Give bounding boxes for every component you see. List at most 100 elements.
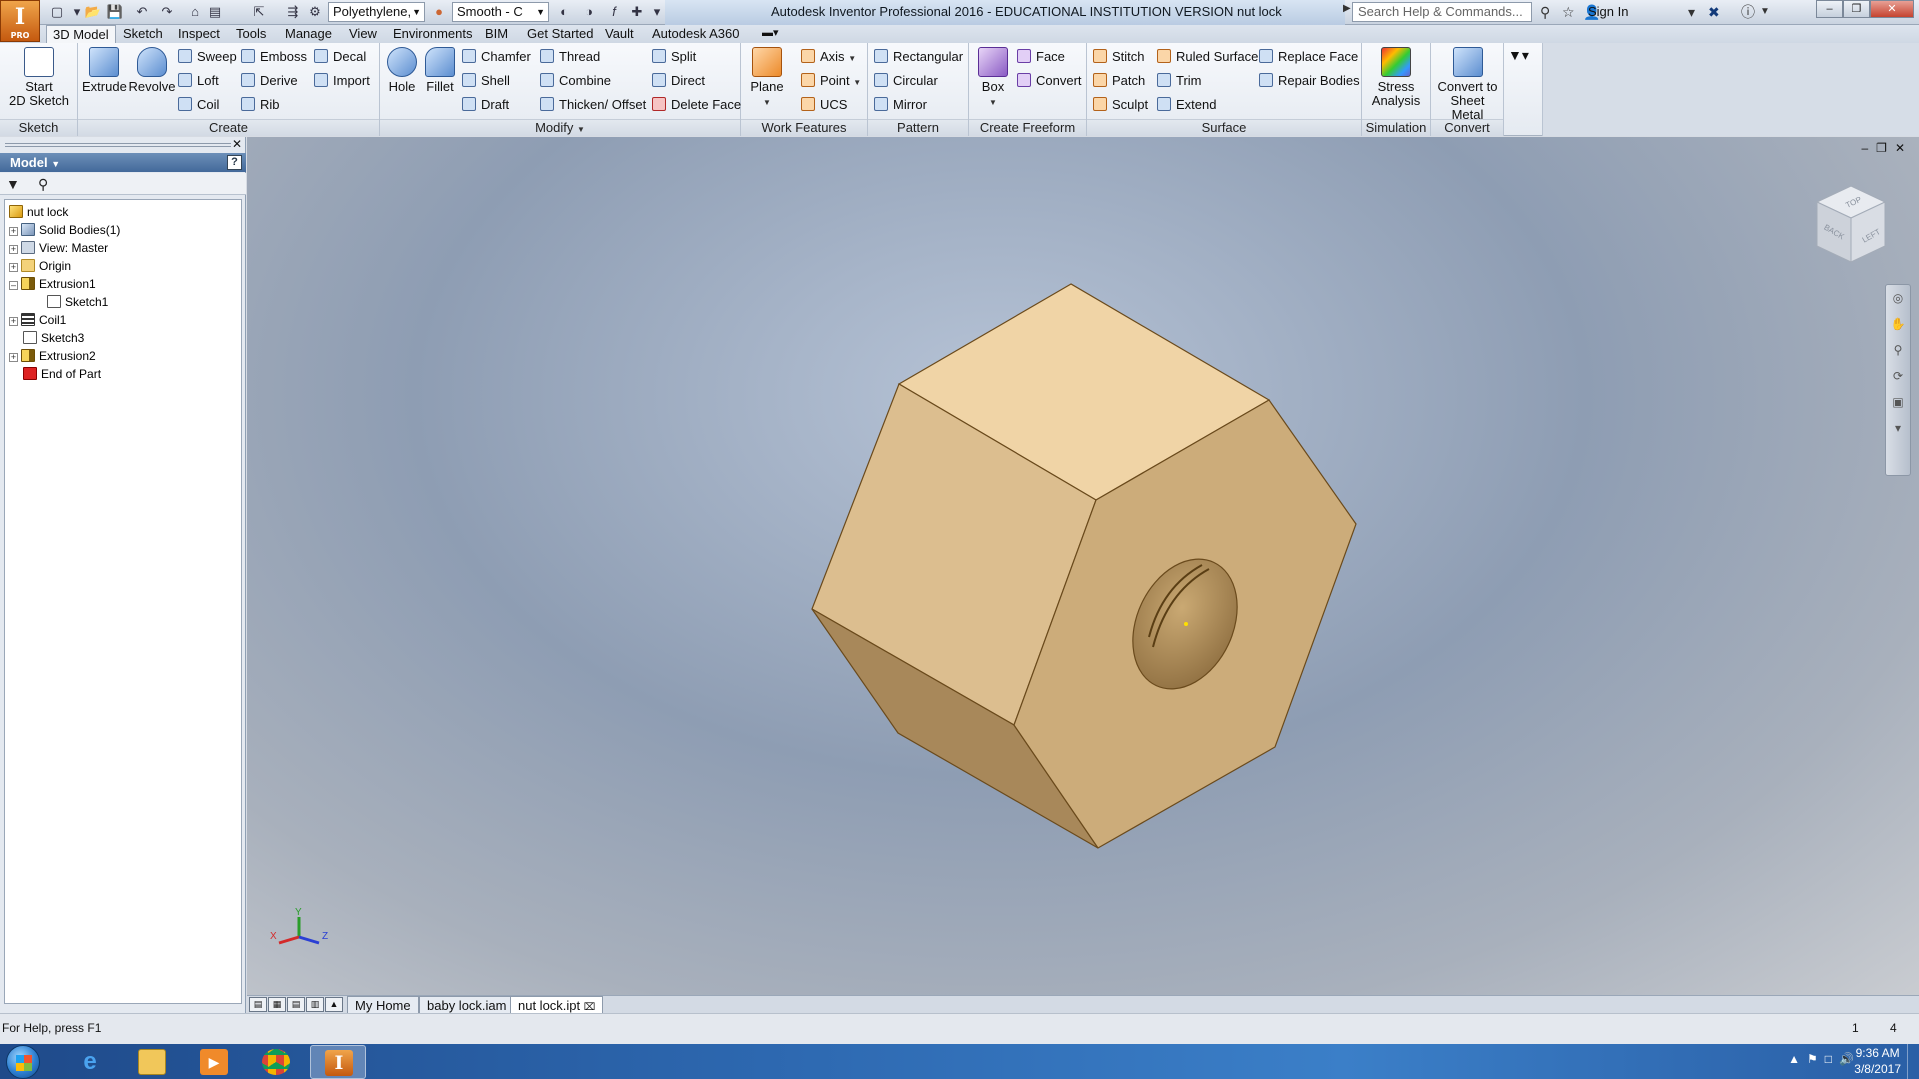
- import-button[interactable]: Import: [314, 71, 370, 90]
- tab-inspect[interactable]: Inspect: [172, 25, 226, 43]
- tab-autodesk-a360[interactable]: Autodesk A360: [646, 25, 745, 43]
- browser-titlebar[interactable]: ✕: [0, 137, 246, 152]
- chevron-right-icon[interactable]: ▶: [1343, 3, 1351, 14]
- tab-tools[interactable]: Tools: [230, 25, 272, 43]
- zoom-icon[interactable]: ⚲: [1886, 337, 1910, 363]
- shell-button[interactable]: Shell: [462, 71, 510, 90]
- tree-item-coil1[interactable]: + Coil1: [9, 311, 66, 329]
- expand-icon[interactable]: +: [9, 227, 18, 236]
- browser-grip[interactable]: [5, 143, 231, 147]
- help-icon[interactable]: ?: [227, 155, 242, 170]
- combine-button[interactable]: Combine: [540, 71, 611, 90]
- tree-item-sketch1[interactable]: Sketch1: [47, 293, 108, 311]
- replace-face-button[interactable]: Replace Face: [1259, 47, 1358, 66]
- browser-header[interactable]: Model ▼ ?: [0, 153, 246, 172]
- trim-button[interactable]: Trim: [1157, 71, 1202, 90]
- taskbar-internet-explorer[interactable]: e: [62, 1045, 118, 1079]
- ucs-button[interactable]: UCS: [801, 95, 847, 114]
- loft-button[interactable]: Loft: [178, 71, 219, 90]
- start-2d-sketch-button[interactable]: Start 2D Sketch: [6, 47, 72, 108]
- nut-lock-part[interactable]: [247, 137, 1919, 995]
- taskbar-inventor[interactable]: I: [310, 1045, 366, 1079]
- sculpt-button[interactable]: Sculpt: [1093, 95, 1148, 114]
- tree-item-end-of-part[interactable]: End of Part: [23, 365, 101, 383]
- emboss-button[interactable]: Emboss: [241, 47, 307, 66]
- convert-freeform-button[interactable]: Convert: [1017, 71, 1082, 90]
- flag-icon[interactable]: ⚑: [1807, 1052, 1825, 1066]
- chevron-down-icon[interactable]: ▼: [1760, 3, 1770, 21]
- tree-item-sketch3[interactable]: Sketch3: [23, 329, 84, 347]
- orbit-icon[interactable]: ⟳: [1886, 363, 1910, 389]
- plus-icon[interactable]: ✚: [628, 3, 646, 21]
- plane-button[interactable]: Plane ▼: [747, 47, 787, 110]
- system-clock[interactable]: 9:36 AM 3/8/2017: [1854, 1045, 1901, 1077]
- application-menu-button[interactable]: I PRO: [0, 0, 40, 42]
- doc-tab-baby-lock[interactable]: baby lock.iam: [419, 996, 515, 1014]
- rectangular-pattern-button[interactable]: Rectangular: [874, 47, 963, 66]
- vertical-layout-icon[interactable]: ▥: [306, 997, 324, 1012]
- minimize-button[interactable]: –: [1816, 0, 1843, 18]
- taskbar-file-explorer[interactable]: [124, 1045, 180, 1079]
- filter-icon[interactable]: ▼: [6, 175, 20, 193]
- mirror-button[interactable]: Mirror: [874, 95, 927, 114]
- show-desktop-button[interactable]: [1907, 1044, 1919, 1079]
- chevron-down-icon[interactable]: ▾: [1688, 3, 1695, 21]
- derive-button[interactable]: Derive: [241, 71, 298, 90]
- tab-vault[interactable]: Vault: [599, 25, 640, 43]
- viewcube[interactable]: TOP BACK LEFT: [1815, 184, 1887, 266]
- point-button[interactable]: Point ▼: [801, 71, 861, 90]
- tab-manage[interactable]: Manage: [279, 25, 338, 43]
- delete-face-button[interactable]: Delete Face: [652, 95, 741, 114]
- save-icon[interactable]: 💾: [106, 3, 124, 21]
- new-icon[interactable]: ▢: [48, 3, 66, 21]
- tile-layout-icon[interactable]: ▤: [249, 997, 267, 1012]
- horizontal-layout-icon[interactable]: ▤: [287, 997, 305, 1012]
- fillet-button[interactable]: Fillet: [422, 47, 458, 94]
- tree-item-extrusion1[interactable]: – Extrusion1: [9, 275, 96, 293]
- look-at-icon[interactable]: ▣: [1886, 389, 1910, 415]
- ruled-surface-button[interactable]: Ruled Surface: [1157, 47, 1258, 66]
- close-icon[interactable]: ⌧: [584, 1002, 596, 1013]
- open-icon[interactable]: 📂: [84, 3, 102, 21]
- coil-button[interactable]: Coil: [178, 95, 219, 114]
- draft-button[interactable]: Draft: [462, 95, 509, 114]
- close-icon[interactable]: ✕: [232, 137, 242, 151]
- home-icon[interactable]: ⌂: [186, 3, 204, 21]
- decal-button[interactable]: Decal: [314, 47, 366, 66]
- star-icon[interactable]: ☆: [1562, 3, 1575, 21]
- repair-bodies-button[interactable]: Repair Bodies: [1259, 71, 1360, 90]
- stress-analysis-button[interactable]: Stress Analysis: [1366, 47, 1426, 108]
- appearance-dropdown[interactable]: Smooth - C ▼: [452, 2, 549, 22]
- settings-icon[interactable]: ⚙: [306, 3, 324, 21]
- help-icon[interactable]: ⓘ: [1741, 3, 1755, 21]
- undo-icon[interactable]: ↶: [133, 3, 151, 21]
- pan-icon[interactable]: ✋: [1886, 311, 1910, 337]
- search-input[interactable]: Search Help & Commands...: [1352, 2, 1532, 22]
- parameters-icon[interactable]: f: [605, 3, 623, 21]
- binoculars-icon[interactable]: ⚲: [1540, 3, 1550, 21]
- split-button[interactable]: Split: [652, 47, 696, 66]
- redo-icon[interactable]: ↷: [158, 3, 176, 21]
- tab-3d-model[interactable]: 3D Model: [46, 25, 116, 44]
- binoculars-icon[interactable]: ⚲: [38, 175, 48, 193]
- direct-button[interactable]: Direct: [652, 71, 705, 90]
- tab-environments[interactable]: Environments: [387, 25, 478, 43]
- taskbar-chrome[interactable]: [248, 1045, 304, 1079]
- rib-button[interactable]: Rib: [241, 95, 280, 114]
- convert-to-sheet-metal-button[interactable]: Convert to Sheet Metal: [1433, 47, 1502, 122]
- expand-icon[interactable]: +: [9, 263, 18, 272]
- doc-tab-nut-lock[interactable]: nut lock.ipt ⌧: [510, 996, 604, 1014]
- sweep-button[interactable]: Sweep: [178, 47, 237, 66]
- tree-item-solid-bodies[interactable]: + Solid Bodies(1): [9, 221, 120, 239]
- circular-pattern-button[interactable]: Circular: [874, 71, 938, 90]
- panel-title-modify[interactable]: Modify ▼: [380, 119, 740, 136]
- close-button[interactable]: ✕: [1870, 0, 1914, 18]
- revolve-button[interactable]: Revolve: [128, 47, 176, 94]
- grid-layout-icon[interactable]: ▦: [268, 997, 286, 1012]
- box-button[interactable]: Box ▼: [975, 47, 1011, 110]
- patch-button[interactable]: Patch: [1093, 71, 1145, 90]
- adjust-icon[interactable]: ◑: [580, 3, 598, 21]
- network-icon[interactable]: □: [1825, 1052, 1839, 1066]
- steering-wheel-icon[interactable]: ◎: [1886, 285, 1910, 311]
- expand-icon[interactable]: +: [9, 353, 18, 362]
